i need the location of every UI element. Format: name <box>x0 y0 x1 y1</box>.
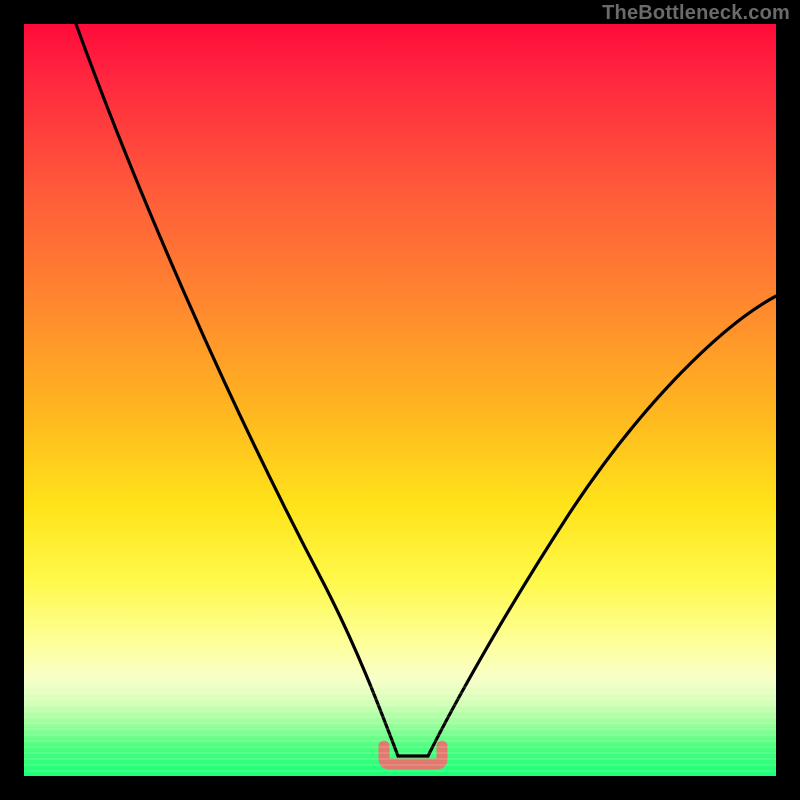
chart-curve-layer <box>24 24 776 776</box>
bottleneck-curve <box>76 24 776 756</box>
watermark-text: TheBottleneck.com <box>602 2 790 25</box>
chart-plot-area <box>24 24 776 776</box>
chart-frame: TheBottleneck.com <box>0 0 800 800</box>
